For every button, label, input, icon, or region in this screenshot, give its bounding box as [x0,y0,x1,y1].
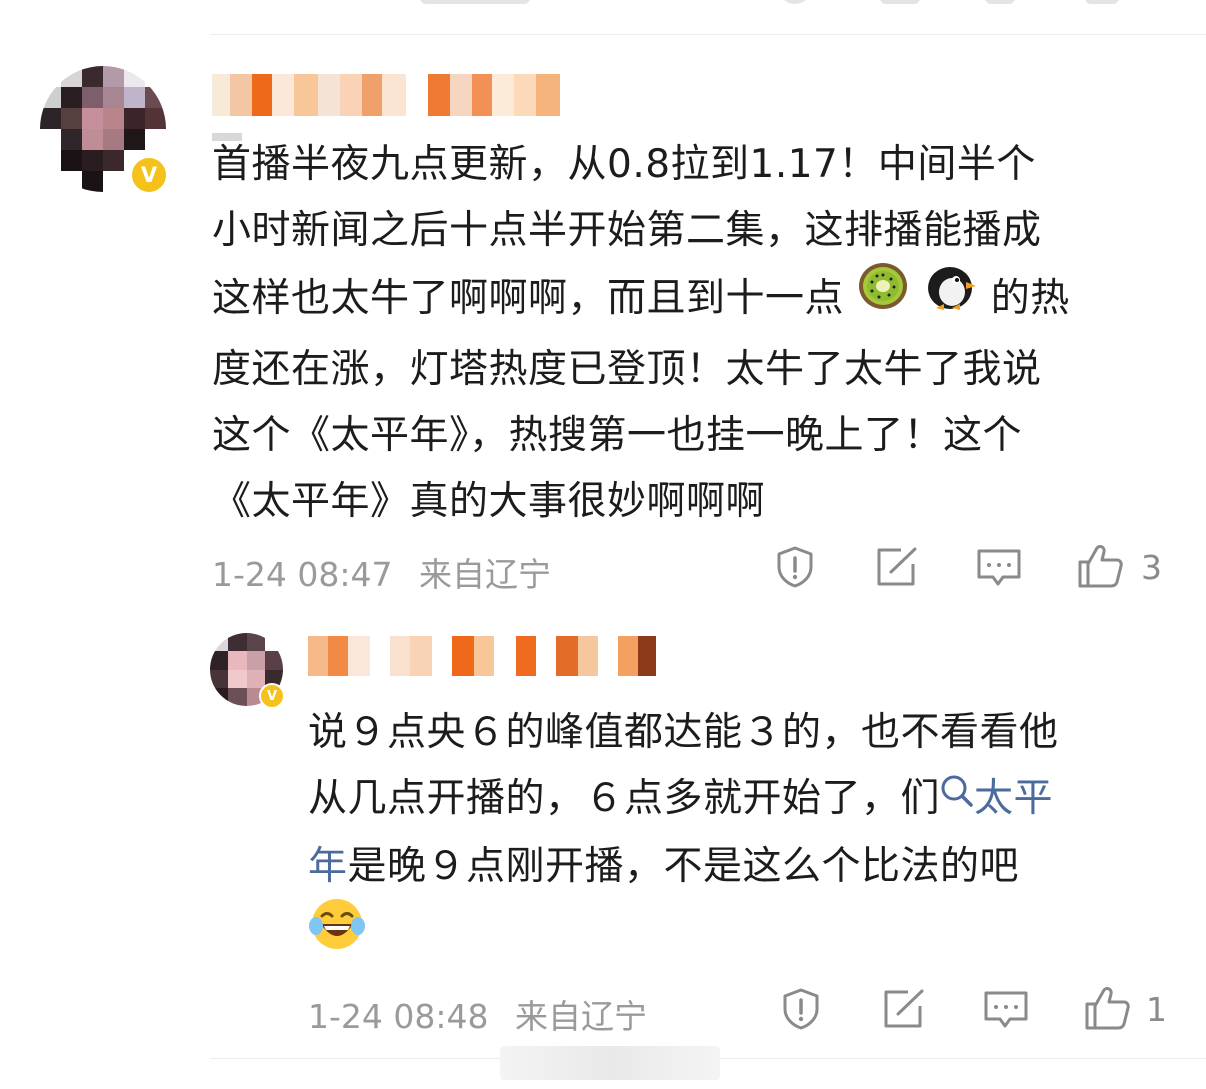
previous-meta-fragment [420,0,530,4]
comment-meta: 1-24 08:48 来自辽宁 [308,990,663,1038]
like-count: 3 [1141,548,1162,587]
username[interactable] [212,74,562,116]
like-count: 1 [1146,990,1167,1029]
previous-action-bar [0,0,1206,8]
laugh-tears-emoji [308,896,366,973]
verified-badge: V [259,683,285,709]
topic-link[interactable]: 太平 [940,775,1053,821]
comment-location: 来自辽宁 [419,555,551,594]
comment-line [308,898,1188,977]
comment-line: 《太平年》真的大事很妙啊啊啊 [212,479,766,524]
comment-location: 来自辽宁 [515,997,647,1036]
previous-report-icon [780,0,810,4]
verified-badge-letter: V [266,688,278,704]
comment-line: 这样也太牛了啊啊啊，而且到十一点 的热 [212,263,1172,337]
comment-line: 小时新闻之后十点半开始第二集，这排播能播成 [212,208,1042,253]
comment-line: 说９点央６的峰值都达能３的，也不看看他 [308,710,1059,755]
kiwi-emoji [857,260,909,333]
report-icon[interactable] [779,987,823,1035]
watermark-bar [500,1046,720,1080]
search-icon [940,764,974,830]
comment-meta: 1-24 08:47 来自辽宁 [212,548,567,596]
comment-date: 1-24 08:48 [308,997,489,1036]
topic-link-text[interactable]: 太平 [974,776,1053,821]
comment-line: 这个《太平年》，热搜第一也挂一晚上了！这个 [212,413,1023,458]
comment-line-segment: 是晚９点刚开播，不是这么个比法的吧 [347,843,1020,889]
comment-body: 首播半夜九点更新，从0.8拉到1.17！中间半个 小时新闻之后十点半开始第二集，… [212,132,1172,535]
previous-like-icon [1085,0,1119,4]
like-icon[interactable] [1083,985,1131,1035]
comment-line: 从几点开播的，６点多就开始了，们 太平 [308,766,1188,834]
previous-repost-icon [880,0,920,4]
comment-date: 1-24 08:47 [212,555,393,594]
comment-icon[interactable] [983,990,1029,1034]
previous-comment-icon [985,0,1015,4]
like-icon[interactable] [1076,543,1124,593]
repost-icon[interactable] [875,546,919,592]
comment-icon[interactable] [976,548,1022,592]
repost-icon[interactable] [882,988,926,1034]
comment-thread: V 首播半夜九点更新，从0.8拉到1.17！中间半个 小时新闻之后十点半开始第二… [0,0,1206,1089]
comment-line-segment: 从几点开播的，６点多就开始了，们 [308,776,941,821]
penguin-emoji [922,260,978,333]
topic-link-text[interactable]: 年 [308,844,348,889]
username[interactable] [308,636,656,676]
comment-line: 首播半夜九点更新，从0.8拉到1.17！中间半个 [212,142,1036,187]
report-icon[interactable] [773,545,817,593]
comment-line-segment: 这样也太牛了啊啊啊，而且到十一点 [212,276,845,321]
verified-badge: V [129,155,169,195]
verified-badge-letter: V [140,163,158,187]
divider [210,34,1206,35]
comment-body: 说９点央６的峰值都达能３的，也不看看他 从几点开播的，６点多就开始了，们 太平 年… [308,700,1188,977]
comment-line: 年是晚９点刚开播，不是这么个比法的吧 [308,834,1188,900]
comment-line: 度还在涨，灯塔热度已登顶！太牛了太牛了我说 [212,347,1042,392]
comment-line-segment: 的热 [990,276,1070,321]
